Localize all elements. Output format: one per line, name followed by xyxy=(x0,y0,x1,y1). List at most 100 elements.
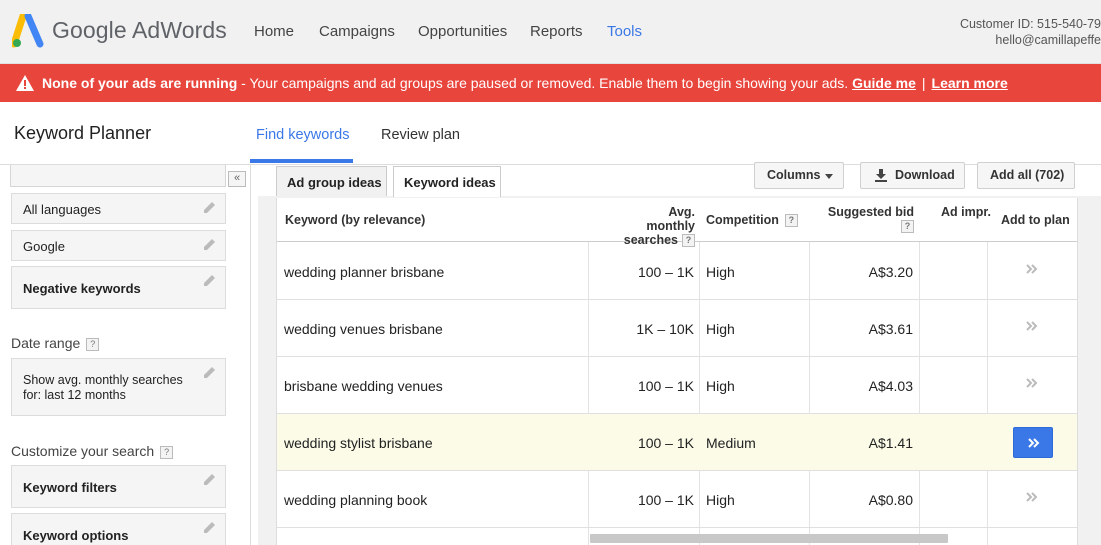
edit-pencil-icon[interactable] xyxy=(203,274,216,287)
warning-icon xyxy=(16,75,34,91)
nav-opportunities[interactable]: Opportunities xyxy=(418,23,507,40)
columns-label: Columns xyxy=(767,168,821,182)
bid-cell: A$1.41 xyxy=(868,435,913,451)
keyword-cell: wedding planner brisbane xyxy=(284,264,445,280)
alert-message: None of your ads are running - Your camp… xyxy=(42,75,1008,91)
table-row: wedding planner brisbane 100 – 1K High A… xyxy=(277,243,1077,300)
tab-keyword-ideas-label: Keyword ideas xyxy=(404,175,496,190)
table-row: brisbane wedding venues 100 – 1K High A$… xyxy=(277,357,1077,414)
edit-pencil-icon[interactable] xyxy=(203,238,216,251)
columns-button[interactable]: Columns xyxy=(754,162,844,189)
header-ad-impressions[interactable]: Ad impr. xyxy=(941,205,991,219)
add-to-plan-icon[interactable] xyxy=(1025,376,1039,390)
help-icon[interactable]: ? xyxy=(160,445,174,459)
nav-tools[interactable]: Tools xyxy=(607,23,643,53)
keyword-cell: wedding stylist brisbane xyxy=(284,435,433,451)
searches-cell: 100 – 1K xyxy=(637,435,694,451)
learn-more-link[interactable]: Learn more xyxy=(932,75,1008,91)
customer-email: hello@camillapeffe xyxy=(995,33,1101,47)
nav-campaigns[interactable]: Campaigns xyxy=(319,23,395,40)
header-avg-searches-line1: Avg. monthly xyxy=(646,205,695,233)
tab-ad-group-ideas[interactable]: Ad group ideas xyxy=(276,166,387,196)
keyword-filters[interactable]: Keyword filters xyxy=(11,465,226,508)
tab-keyword-ideas[interactable]: Keyword ideas xyxy=(393,166,501,197)
nav-home[interactable]: Home xyxy=(254,23,294,40)
add-to-plan-button[interactable] xyxy=(1013,427,1053,458)
competition-cell: High xyxy=(706,321,735,337)
negative-keywords-label: Negative keywords xyxy=(23,281,141,296)
edit-pencil-icon[interactable] xyxy=(203,366,216,379)
alert-banner: None of your ads are running - Your camp… xyxy=(0,64,1101,102)
table-row: wedding venues brisbane 1K – 10K High A$… xyxy=(277,300,1077,357)
searches-cell: 100 – 1K xyxy=(637,378,694,394)
edit-pencil-icon[interactable] xyxy=(203,473,216,486)
date-range-value: Show avg. monthly searches for: last 12 … xyxy=(23,373,183,402)
edit-pencil-icon[interactable] xyxy=(203,521,216,534)
competition-cell: High xyxy=(706,264,735,280)
keyword-filters-label: Keyword filters xyxy=(23,480,117,495)
customize-heading: Customize your search? xyxy=(11,443,174,459)
negative-keywords[interactable]: Negative keywords xyxy=(11,266,226,309)
brand-name[interactable]: Google AdWords xyxy=(52,17,227,44)
customer-info[interactable]: Customer ID: 515-540-79 hello@camillapef… xyxy=(941,16,1101,48)
download-button[interactable]: Download xyxy=(860,162,965,189)
keyword-cell: wedding planning book xyxy=(284,492,428,508)
bid-cell: A$4.03 xyxy=(868,378,913,394)
header-competition[interactable]: Competition? xyxy=(706,213,798,228)
network-label: Google xyxy=(23,239,65,254)
add-to-plan-icon[interactable] xyxy=(1025,490,1039,504)
table-row-highlighted: wedding stylist brisbane 100 – 1K Medium… xyxy=(277,414,1077,471)
customize-label: Customize your search xyxy=(11,443,155,459)
date-range-heading: Date range? xyxy=(11,335,100,351)
add-all-button[interactable]: Add all (702) xyxy=(977,162,1075,189)
keyword-options[interactable]: Keyword options xyxy=(11,513,226,545)
bid-cell: A$3.61 xyxy=(868,321,913,337)
searches-cell: 100 – 1K xyxy=(637,264,694,280)
searches-cell: 100 – 1K xyxy=(637,492,694,508)
network-targeting[interactable]: Google xyxy=(11,230,226,261)
date-range-box[interactable]: Show avg. monthly searches for: last 12 … xyxy=(11,358,226,416)
adwords-logo-icon[interactable] xyxy=(12,14,44,48)
tab-review-plan[interactable]: Review plan xyxy=(381,127,460,143)
horizontal-scrollbar[interactable] xyxy=(590,534,948,543)
competition-cell: High xyxy=(706,492,735,508)
keyword-options-label: Keyword options xyxy=(23,528,129,543)
location-targeting-box[interactable] xyxy=(10,165,226,187)
page-title: Keyword Planner xyxy=(14,123,152,143)
keyword-ideas-table: Keyword (by relevance) Avg. monthly sear… xyxy=(276,198,1078,545)
table-row: wedding planning book 100 – 1K High A$0.… xyxy=(277,471,1077,528)
collapse-sidebar-button[interactable]: « xyxy=(228,171,246,187)
competition-cell: Medium xyxy=(706,435,756,451)
download-icon xyxy=(875,169,887,182)
guide-me-link[interactable]: Guide me xyxy=(852,75,916,91)
header-suggested-bid[interactable]: Suggested bid ? xyxy=(826,205,914,234)
tab-find-keywords[interactable]: Find keywords xyxy=(256,127,349,143)
add-to-plan-icon[interactable] xyxy=(1025,319,1039,333)
table-header: Keyword (by relevance) Avg. monthly sear… xyxy=(277,198,1077,248)
language-label: All languages xyxy=(23,202,102,217)
help-icon[interactable]: ? xyxy=(901,220,914,234)
header-suggested-bid-label: Suggested bid xyxy=(827,205,914,219)
tab-ad-group-ideas-label: Ad group ideas xyxy=(287,175,382,190)
top-header: Google AdWords Home Campaigns Opportunit… xyxy=(0,0,1101,64)
nav-reports[interactable]: Reports xyxy=(530,23,583,40)
header-competition-label: Competition xyxy=(706,213,779,227)
download-label: Download xyxy=(895,168,955,182)
competition-cell: High xyxy=(706,378,735,394)
alert-text: - Your campaigns and ad groups are pause… xyxy=(237,75,853,91)
language-targeting[interactable]: All languages xyxy=(11,193,226,224)
bid-cell: A$3.20 xyxy=(868,264,913,280)
alert-bold-text: None of your ads are running xyxy=(42,75,238,91)
bid-cell: A$0.80 xyxy=(868,492,913,508)
help-icon[interactable]: ? xyxy=(86,337,100,351)
edit-pencil-icon[interactable] xyxy=(203,201,216,214)
help-icon[interactable]: ? xyxy=(784,214,798,228)
customer-id: Customer ID: 515-540-79 xyxy=(959,17,1101,31)
add-all-label: Add all (702) xyxy=(990,168,1065,182)
header-avg-searches[interactable]: Avg. monthly searches? xyxy=(618,205,695,248)
alert-separator: | xyxy=(921,75,926,91)
header-keyword[interactable]: Keyword (by relevance) xyxy=(285,213,425,227)
add-to-plan-icon[interactable] xyxy=(1025,262,1039,276)
searches-cell: 1K – 10K xyxy=(636,321,694,337)
active-tab-indicator xyxy=(250,159,353,163)
